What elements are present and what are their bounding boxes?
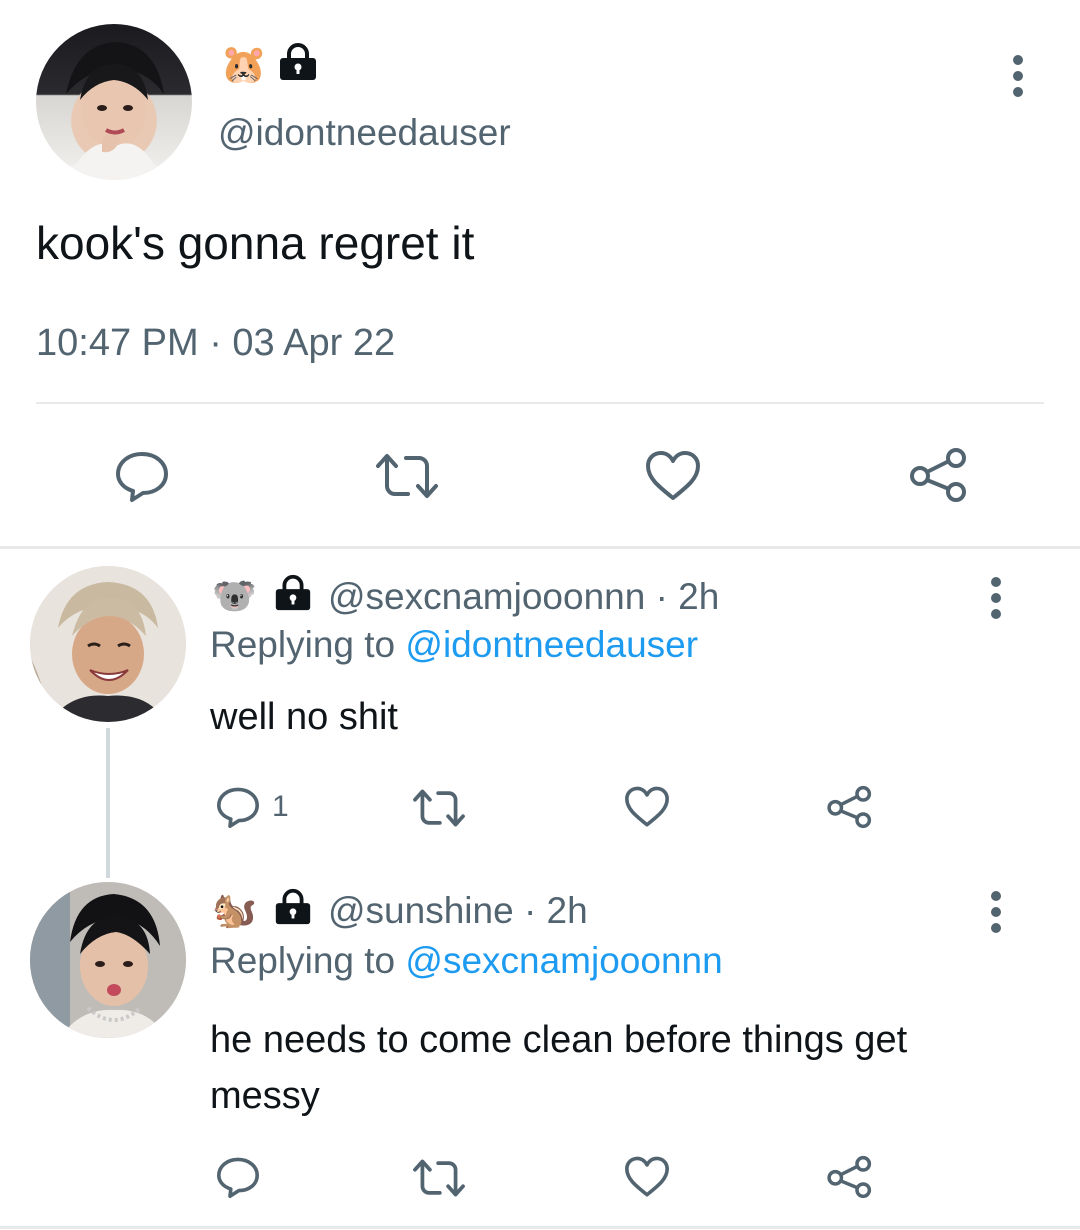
retweet-icon[interactable]	[410, 1156, 468, 1200]
handle-time[interactable]: @sunshine · 2h	[328, 890, 588, 932]
avatar[interactable]	[30, 882, 186, 1038]
handle-time[interactable]: @sexcnamjooonnn · 2h	[328, 576, 719, 618]
replying-prefix: Replying to	[210, 940, 396, 981]
like-icon[interactable]	[642, 448, 704, 504]
timestamp: 10:47 PM · 03 Apr 22	[36, 322, 396, 364]
retweet-icon[interactable]	[372, 450, 442, 502]
lock-icon	[280, 43, 316, 80]
share-icon[interactable]	[908, 446, 970, 504]
reply-text: well no shit	[210, 696, 398, 738]
replying-prefix: Replying to	[210, 624, 396, 665]
handle[interactable]: @idontneedauser	[218, 112, 511, 154]
avatar[interactable]	[30, 566, 186, 722]
replying-to-link[interactable]: @idontneedauser	[405, 624, 698, 665]
thread-line	[106, 728, 110, 878]
reply-text: he needs to come clean before things get…	[210, 1019, 908, 1117]
bottom-divider	[0, 1226, 1080, 1229]
share-icon[interactable]	[826, 784, 874, 830]
reply-icon[interactable]	[112, 448, 172, 504]
more-options-icon[interactable]	[1006, 52, 1030, 100]
replying-to: Replying to @idontneedauser	[210, 624, 698, 666]
tweet-text: kook's gonna regret it	[36, 217, 475, 269]
more-options-icon[interactable]	[984, 574, 1008, 622]
hamster-emoji: 🐹	[220, 44, 268, 86]
replying-to-link[interactable]: @sexcnamjooonnn	[405, 940, 722, 981]
reply-count: 1	[272, 790, 289, 823]
lock-icon	[275, 888, 311, 925]
koala-emoji: 🐨	[212, 575, 257, 616]
reply-icon[interactable]	[214, 784, 262, 830]
avatar[interactable]	[36, 24, 192, 180]
reply-icon[interactable]	[214, 1154, 262, 1200]
like-icon[interactable]	[622, 784, 672, 830]
section-divider	[0, 546, 1080, 549]
more-options-icon[interactable]	[984, 888, 1008, 936]
chipmunk-emoji: 🐿️	[212, 889, 257, 930]
replying-to: Replying to @sexcnamjooonnn	[210, 940, 723, 982]
share-icon[interactable]	[826, 1154, 874, 1200]
divider	[36, 402, 1044, 404]
lock-icon	[275, 574, 311, 611]
like-icon[interactable]	[622, 1154, 672, 1200]
retweet-icon[interactable]	[410, 786, 468, 830]
